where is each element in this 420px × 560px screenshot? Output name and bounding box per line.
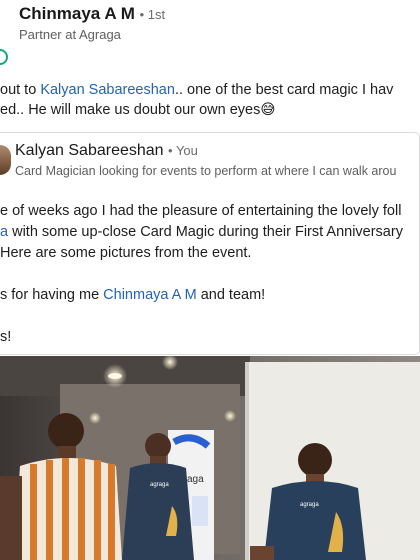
shared-text-line-2: a with some up-close Card Magic during t…	[0, 224, 403, 240]
shared-text: s for having me	[0, 287, 104, 303]
post-header: Chinmaya A M • 1st Partner at Agraga	[0, 0, 420, 52]
shared-author-headline: Card Magician looking for events to perf…	[15, 164, 397, 178]
event-photo[interactable]: aga agraga agraga	[0, 356, 420, 560]
shirt-logo-text: agraga	[150, 482, 169, 488]
author-name[interactable]: Chinmaya A M • 1st	[19, 4, 165, 24]
author-headline: Partner at Agraga	[19, 27, 121, 42]
connection-degree: • 1st	[139, 7, 166, 22]
post-text-line-2: ed.. He will make us doubt our own eyes😅	[0, 101, 275, 119]
shared-text-line-5: s!	[0, 329, 12, 345]
shared-author-name[interactable]: Kalyan Sabareeshan • You	[15, 142, 198, 160]
shared-text: with some up-close Card Magic during the…	[8, 224, 403, 240]
author-name-text[interactable]: Chinmaya A M	[19, 4, 135, 23]
shared-text: and team!	[196, 287, 266, 303]
post-text-line-1: out to Kalyan Sabareeshan.. one of the b…	[0, 81, 393, 99]
banner-text: aga	[187, 474, 204, 485]
shared-text-line-1: e of weeks ago I had the pleasure of ent…	[0, 203, 402, 219]
shirt-logo-text-2: agraga	[300, 502, 319, 508]
mention-link[interactable]: Kalyan Sabareeshan	[40, 82, 175, 98]
event-photo-illustration: aga agraga agraga	[0, 356, 420, 560]
shared-connection-degree: • You	[168, 143, 198, 158]
post-text: out to	[0, 82, 41, 98]
mention-link[interactable]: Chinmaya A M	[103, 287, 197, 303]
post-text: ed.. He will make us doubt our own eyes	[0, 102, 261, 118]
shared-text-line-3: Here are some pictures from the event.	[0, 245, 252, 261]
shared-text-line-4: s for having me Chinmaya A M and team!	[0, 287, 265, 303]
post-text: .. one of the best card magic I hav	[174, 82, 394, 98]
shared-author-name-text[interactable]: Kalyan Sabareeshan	[15, 142, 164, 159]
mention-link[interactable]: a	[0, 224, 8, 240]
sweat-smile-emoji-icon: 😅	[260, 102, 276, 118]
